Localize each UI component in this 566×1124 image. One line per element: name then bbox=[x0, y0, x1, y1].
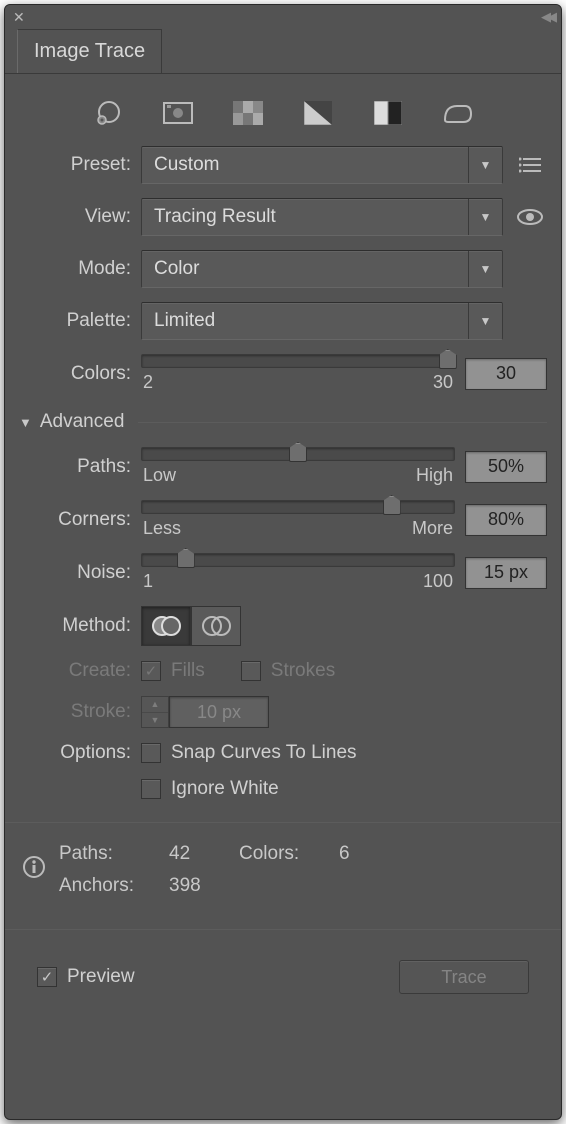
chevron-down-icon: ▼ bbox=[468, 303, 502, 339]
divider bbox=[5, 929, 561, 930]
mode-value: Color bbox=[154, 258, 199, 280]
info-colors-label: Colors: bbox=[239, 843, 339, 865]
paths-label: Paths: bbox=[19, 456, 131, 478]
info-colors-value: 6 bbox=[339, 843, 399, 865]
colors-field[interactable]: 30 bbox=[465, 358, 547, 390]
info-paths-label: Paths: bbox=[59, 843, 169, 865]
corners-slider[interactable] bbox=[141, 500, 455, 514]
preset-icon-row bbox=[19, 88, 547, 132]
preset-select[interactable]: Custom ▼ bbox=[141, 146, 503, 184]
info-icon[interactable] bbox=[23, 856, 59, 884]
tab-image-trace[interactable]: Image Trace bbox=[17, 29, 162, 73]
palette-label: Palette: bbox=[19, 310, 131, 332]
image-trace-panel: ✕ ◀◀ Image Trace bbox=[4, 4, 562, 1120]
method-overlapping-button[interactable] bbox=[191, 606, 241, 646]
ignore-white-label: Ignore White bbox=[171, 778, 279, 800]
low-color-icon[interactable] bbox=[230, 98, 266, 128]
slider-thumb[interactable] bbox=[383, 495, 401, 515]
create-label: Create: bbox=[19, 660, 131, 682]
mode-select[interactable]: Color ▼ bbox=[141, 250, 503, 288]
options-label: Options: bbox=[19, 742, 131, 764]
mode-label: Mode: bbox=[19, 258, 131, 280]
black-white-icon[interactable] bbox=[370, 98, 406, 128]
palette-select[interactable]: Limited ▼ bbox=[141, 302, 503, 340]
colors-min: 2 bbox=[143, 372, 153, 393]
preset-menu-icon[interactable] bbox=[513, 148, 547, 182]
corners-low: Less bbox=[143, 518, 181, 539]
colors-label: Colors: bbox=[19, 363, 131, 385]
disclosure-triangle-icon: ▼ bbox=[19, 415, 32, 430]
view-value: Tracing Result bbox=[154, 206, 276, 228]
paths-low: Low bbox=[143, 465, 176, 486]
corners-field[interactable]: 80% bbox=[465, 504, 547, 536]
noise-field[interactable]: 15 px bbox=[465, 557, 547, 589]
strokes-checkbox bbox=[241, 661, 261, 681]
corners-high: More bbox=[412, 518, 453, 539]
info-paths-value: 42 bbox=[169, 843, 239, 865]
advanced-title: Advanced bbox=[40, 411, 125, 433]
preset-value: Custom bbox=[154, 154, 219, 176]
stroke-stepper: ▲▼ bbox=[141, 696, 169, 728]
preview-checkbox[interactable]: ✓ bbox=[37, 967, 57, 987]
auto-color-icon[interactable] bbox=[90, 98, 126, 128]
chevron-down-icon: ▼ bbox=[468, 147, 502, 183]
slider-thumb[interactable] bbox=[439, 349, 457, 369]
chevron-down-icon: ▼ bbox=[468, 199, 502, 235]
preset-label: Preset: bbox=[19, 154, 131, 176]
collapse-icon[interactable]: ◀◀ bbox=[541, 9, 553, 25]
chevron-down-icon: ▼ bbox=[468, 251, 502, 287]
view-label: View: bbox=[19, 206, 131, 228]
stroke-label: Stroke: bbox=[19, 701, 131, 723]
noise-slider[interactable] bbox=[141, 553, 455, 567]
method-label: Method: bbox=[19, 615, 131, 637]
info-anchors-value: 398 bbox=[169, 875, 239, 897]
close-icon[interactable]: ✕ bbox=[13, 9, 25, 26]
corners-label: Corners: bbox=[19, 509, 131, 531]
trace-button: Trace bbox=[399, 960, 529, 994]
high-color-icon[interactable] bbox=[160, 98, 196, 128]
noise-max: 100 bbox=[423, 571, 453, 592]
strokes-label: Strokes bbox=[271, 660, 335, 682]
snap-curves-checkbox[interactable] bbox=[141, 743, 161, 763]
slider-thumb[interactable] bbox=[177, 548, 195, 568]
noise-min: 1 bbox=[143, 571, 153, 592]
noise-label: Noise: bbox=[19, 562, 131, 584]
divider bbox=[5, 822, 561, 823]
method-abutting-button[interactable] bbox=[141, 606, 191, 646]
colors-max: 30 bbox=[433, 372, 453, 393]
outline-icon[interactable] bbox=[440, 98, 476, 128]
divider bbox=[138, 422, 547, 423]
advanced-toggle[interactable]: ▼ Advanced bbox=[19, 411, 547, 433]
panel-footer: ✓ Preview Trace bbox=[19, 944, 547, 1010]
palette-value: Limited bbox=[154, 310, 215, 332]
fills-checkbox: ✓ bbox=[141, 661, 161, 681]
preview-label: Preview bbox=[67, 966, 135, 988]
paths-field[interactable]: 50% bbox=[465, 451, 547, 483]
grayscale-icon[interactable] bbox=[300, 98, 336, 128]
info-anchors-label: Anchors: bbox=[59, 875, 169, 897]
info-section: Paths: 42 Colors: 6 Anchors: 398 bbox=[19, 837, 547, 907]
stroke-field: 10 px bbox=[169, 696, 269, 728]
ignore-white-checkbox[interactable] bbox=[141, 779, 161, 799]
panel-titlebar: ✕ ◀◀ bbox=[5, 5, 561, 29]
paths-high: High bbox=[416, 465, 453, 486]
snap-curves-label: Snap Curves To Lines bbox=[171, 742, 357, 764]
colors-slider[interactable] bbox=[141, 354, 455, 368]
paths-slider[interactable] bbox=[141, 447, 455, 461]
view-select[interactable]: Tracing Result ▼ bbox=[141, 198, 503, 236]
eye-icon[interactable] bbox=[513, 200, 547, 234]
fills-label: Fills bbox=[171, 660, 205, 682]
tab-bar: Image Trace bbox=[5, 29, 561, 74]
slider-thumb[interactable] bbox=[289, 442, 307, 462]
